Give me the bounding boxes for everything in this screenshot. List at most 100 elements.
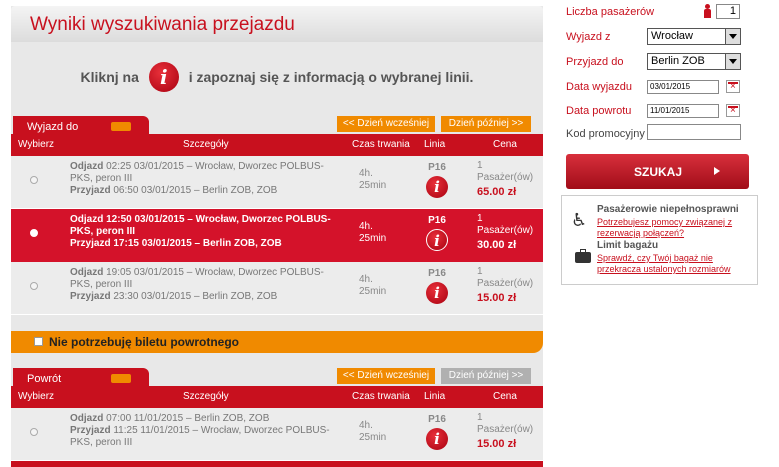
line-cell: P16 i — [422, 162, 452, 198]
trip-details: Odjazd 12:50 03/01/2015 – Wrocław, Dworz… — [70, 214, 345, 250]
arr-label: Przyjazd — [70, 238, 111, 249]
passenger-count: 1 Pasażer(ów) — [477, 412, 534, 435]
outbound-row-3[interactable]: Odjazd 19:05 03/01/2015 – Wrocław, Dworz… — [11, 262, 543, 315]
select-radio[interactable] — [30, 428, 38, 436]
line-number: P16 — [428, 414, 446, 425]
arr-label: Przyjazd — [70, 185, 111, 196]
select-radio[interactable] — [30, 176, 38, 184]
luggage-icon — [575, 249, 591, 263]
dep-text: 19:05 03/01/2015 – Wrocław, Dworzec POLB… — [70, 267, 324, 290]
return-later-button[interactable]: Dzień później >> — [441, 368, 531, 384]
promo-code-input[interactable] — [647, 124, 741, 140]
to-value: Berlin ZOB — [651, 55, 705, 67]
dep-text: 12:50 03/01/2015 – Wrocław, Dworzec POLB… — [70, 214, 331, 237]
return-earlier-button[interactable]: << Dzień wcześniej — [337, 368, 435, 384]
to-label: Przyjazd do — [566, 56, 624, 68]
return-tab-label: Powrót — [27, 373, 62, 385]
pax-label: Liczba pasażerów — [566, 6, 655, 18]
duration: 4h. 25min — [359, 274, 387, 297]
price-amount: 15.00 zł — [477, 438, 517, 450]
ret-date-label: Data powrotu — [566, 105, 632, 117]
page-title: Wyniki wyszukiwania przejazdu — [30, 14, 295, 35]
calendar-icon[interactable] — [726, 80, 740, 93]
no-return-checkbox[interactable] — [34, 337, 43, 346]
header-price: Cena — [493, 139, 517, 150]
price-amount: 65.00 zł — [477, 186, 517, 198]
ret-date-input[interactable]: 11/01/2015 — [647, 104, 719, 118]
line-info-icon[interactable]: i — [426, 176, 448, 198]
dep-label: Odjazd — [70, 413, 104, 424]
dep-text: 02:25 03/01/2015 – Wrocław, Dworzec POLB… — [70, 161, 324, 184]
info-text-before: Kliknj na — [80, 69, 139, 85]
trip-details: Odjazd 02:25 03/01/2015 – Wrocław, Dworz… — [70, 161, 345, 197]
arr-text: 17:15 03/01/2015 – Berlin ZOB, ZOB — [113, 238, 282, 249]
chevron-down-icon[interactable] — [725, 54, 740, 69]
trip-details: Odjazd 19:05 03/01/2015 – Wrocław, Dworz… — [70, 267, 345, 303]
line-info-icon[interactable]: i — [426, 229, 448, 251]
dep-label: Odjazd — [70, 214, 104, 225]
outbound-row-1[interactable]: Odjazd 02:25 03/01/2015 – Wrocław, Dworz… — [11, 156, 543, 209]
info-line: Kliknj na i i zapoznaj się z informacją … — [11, 62, 543, 92]
from-value: Wrocław — [651, 30, 693, 42]
header-duration: Czas trwania — [352, 139, 410, 150]
header-line: Linia — [424, 391, 446, 402]
header-choose: Wybierz — [18, 391, 55, 402]
title-bar: Wyniki wyszukiwania przejazdu — [11, 6, 543, 42]
passenger-count-input[interactable]: 1 — [716, 4, 740, 19]
return-row-1[interactable]: Odjazd 07:00 11/01/2015 – Berlin ZOB, ZO… — [11, 408, 543, 461]
price-cell: 1 Pasażer(ów) 65.00 zł — [477, 160, 537, 198]
select-radio[interactable] — [30, 282, 38, 290]
arr-text: 06:50 03/01/2015 – Berlin ZOB, ZOB — [113, 185, 278, 196]
no-return-bar[interactable]: Nie potrzebuję biletu powrotnego — [11, 331, 543, 353]
line-cell: P16 i — [422, 268, 452, 304]
header-price: Cena — [493, 391, 517, 402]
chevron-down-icon[interactable] — [725, 29, 740, 44]
wheelchair-icon: ♿ — [571, 210, 588, 231]
trip-details: Odjazd 07:00 11/01/2015 – Berlin ZOB, ZO… — [70, 413, 345, 449]
dep-text: 07:00 11/01/2015 – Berlin ZOB, ZOB — [106, 413, 270, 424]
from-select[interactable]: Wrocław — [647, 28, 741, 45]
person-icon — [703, 4, 711, 18]
no-return-label: Nie potrzebuję biletu powrotnego — [49, 335, 239, 349]
header-line: Linia — [424, 139, 446, 150]
promo-label: Kod promocyjny — [566, 128, 645, 140]
table-footer — [11, 461, 543, 467]
arrow-right-icon — [714, 167, 720, 175]
disabled-help-link[interactable]: Potrzebujesz pomocy związanej z rezerwac… — [597, 217, 752, 239]
line-number: P16 — [428, 268, 446, 279]
dep-date-input[interactable]: 03/01/2015 — [647, 80, 719, 94]
arr-text: 23:30 03/01/2015 – Berlin ZOB, ZOB — [113, 291, 278, 302]
select-radio[interactable] — [30, 229, 38, 237]
line-number: P16 — [428, 162, 446, 173]
line-number: P16 — [428, 215, 446, 226]
calendar-icon[interactable] — [726, 104, 740, 117]
header-details: Szczegóły — [183, 139, 229, 150]
price-cell: 1 Pasażer(ów) 30.00 zł — [477, 213, 537, 251]
duration: 4h. 25min — [359, 221, 387, 244]
bus-icon — [111, 122, 131, 131]
line-cell: P16 i — [422, 215, 452, 251]
info-text-after: i zapoznaj się z informacją o wybranej l… — [188, 69, 474, 85]
price-cell: 1 Pasażer(ów) 15.00 zł — [477, 412, 537, 450]
baggage-title: Limit bagażu — [597, 240, 659, 251]
baggage-link[interactable]: Sprawdź, czy Twój bagaż nie przekracza u… — [597, 253, 752, 275]
line-cell: P16 i — [422, 414, 452, 450]
arr-label: Przyjazd — [70, 291, 111, 302]
price-amount: 30.00 zł — [477, 239, 517, 251]
bus-icon — [111, 374, 131, 383]
dep-date-label: Data wyjazdu — [566, 81, 633, 93]
search-button[interactable]: SZUKAJ — [566, 154, 749, 189]
duration: 4h. 25min — [359, 168, 387, 191]
duration: 4h. 25min — [359, 420, 387, 443]
price-amount: 15.00 zł — [477, 292, 517, 304]
return-header-row: Wybierz Szczegóły Czas trwania Linia Cen… — [11, 386, 543, 408]
outbound-later-button[interactable]: Dzień później >> — [441, 116, 531, 132]
to-select[interactable]: Berlin ZOB — [647, 53, 741, 70]
outbound-header-row: Wybierz Szczegóły Czas trwania Linia Cen… — [11, 134, 543, 156]
results-panel: Wyniki wyszukiwania przejazdu Kliknj na … — [11, 6, 543, 467]
outbound-row-2[interactable]: Odjazd 12:50 03/01/2015 – Wrocław, Dworz… — [11, 209, 543, 262]
outbound-earlier-button[interactable]: << Dzień wcześniej — [337, 116, 435, 132]
price-cell: 1 Pasażer(ów) 15.00 zł — [477, 266, 537, 304]
line-info-icon[interactable]: i — [426, 282, 448, 304]
line-info-icon[interactable]: i — [426, 428, 448, 450]
